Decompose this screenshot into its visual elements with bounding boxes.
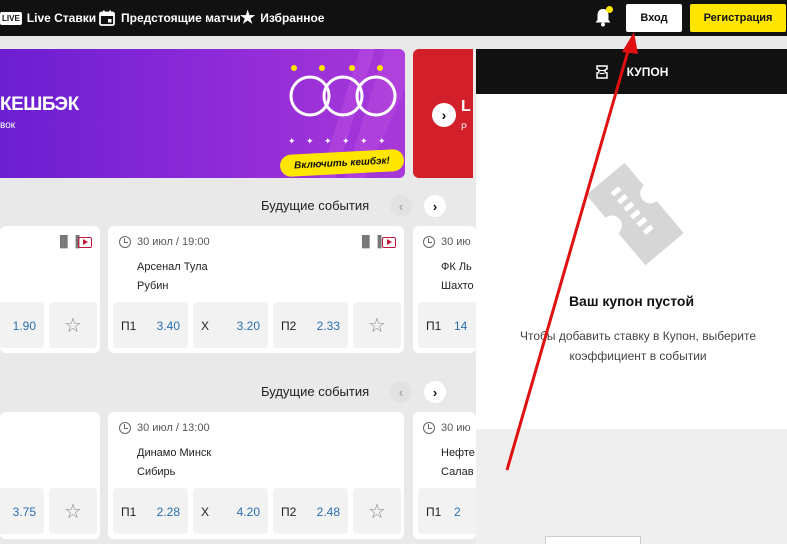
clock-icon (423, 422, 435, 434)
svg-text:✦: ✦ (378, 137, 386, 147)
star-icon: ★ (240, 8, 256, 27)
event-time: 30 июл / 13:00 (137, 422, 210, 434)
nav-live-bets[interactable]: LIVE Live Ставки (0, 0, 96, 36)
team-away: Рубин (137, 280, 169, 292)
clock-icon (423, 236, 435, 248)
coupon-ticket-icon (595, 64, 608, 79)
nav-favorites-label: Избранное (260, 11, 325, 25)
nav-live-label: Live Ставки (26, 11, 97, 25)
promo-subtitle: вок (0, 120, 16, 131)
svg-text:✦: ✦ (306, 137, 314, 147)
favorite-star-icon[interactable]: ☆ (353, 488, 401, 534)
event-card[interactable]: 30 июл / 13:00 Динамо Минск Сибирь П1 2.… (108, 412, 404, 539)
odd-button-x[interactable]: Х 3.20 (193, 302, 268, 348)
odd-button-x[interactable]: Х 4.20 (193, 488, 268, 534)
nav-upcoming-matches[interactable]: Предстоящие матчи (99, 0, 241, 36)
coupon-title: КУПОН (626, 64, 669, 79)
odd-label: Х (201, 319, 210, 333)
section-title: Будущие события (261, 198, 370, 213)
odd-value: 14 (454, 319, 468, 333)
odd-button-p1[interactable]: П1 3.40 (113, 302, 188, 348)
odd-label: П1 (426, 505, 442, 519)
secondary-promo-title: L (461, 98, 471, 115)
svg-text:✦: ✦ (342, 137, 350, 147)
svg-text:✦: ✦ (288, 137, 296, 147)
event-card[interactable]: ▐▌▐ 1.90 ☆ (0, 226, 100, 353)
empty-ticket-icon (586, 162, 684, 266)
odd-value: 2.48 (316, 505, 340, 519)
promo-next-icon[interactable]: › (432, 103, 456, 127)
nav-favorites[interactable]: ★ Избранное (240, 0, 324, 36)
odd-value: 3.20 (236, 319, 260, 333)
promo-title: КЕШБЭК (0, 94, 79, 115)
event-card[interactable]: 30 июл / 19:00 ▐▌▐ Арсенал Тула Рубин П1… (108, 226, 404, 353)
stats-icon[interactable]: ▐▌▐ (358, 236, 381, 248)
video-icon[interactable] (382, 237, 396, 248)
odd-value: 2 (454, 505, 461, 519)
coupon-header: КУПОН (476, 49, 787, 94)
next-arrow-icon[interactable]: › (424, 195, 446, 217)
team-home: Арсенал Тула (137, 261, 208, 273)
odd-button-p2[interactable]: П2 2.33 (273, 302, 348, 348)
svg-text:✦: ✦ (324, 137, 332, 147)
odd-label: Х (201, 505, 210, 519)
odd-value: 4.20 (236, 505, 260, 519)
odd-button[interactable]: 1.90 (0, 302, 44, 348)
odd-button-p1[interactable]: П1 14 (418, 302, 476, 348)
team-away: Сибирь (137, 466, 176, 478)
team-away: Салав (441, 466, 474, 478)
team-home: ФК Ль (441, 261, 472, 273)
section-title: Будущие события (261, 384, 370, 399)
favorite-star-icon[interactable]: ☆ (49, 302, 97, 348)
team-home: Нефте (441, 447, 475, 459)
odd-label: П1 (121, 319, 137, 333)
odd-label: П2 (281, 319, 297, 333)
odd-label: П1 (121, 505, 137, 519)
clock-icon (119, 236, 131, 248)
event-card[interactable]: 3.75 ☆ (0, 412, 100, 539)
odd-value: 1.90 (12, 319, 36, 333)
olympic-rings-icon: ✦ ✦ ✦ ✦ ✦ ✦ (288, 65, 397, 147)
event-time: 30 июл / 19:00 (137, 236, 210, 248)
bottom-tab[interactable] (545, 536, 641, 544)
login-button[interactable]: Вход (626, 4, 682, 32)
odd-button[interactable]: 3.75 (0, 488, 44, 534)
notification-dot (606, 6, 613, 13)
odd-label: П1 (426, 319, 442, 333)
odd-button-p1[interactable]: П1 2.28 (113, 488, 188, 534)
next-arrow-icon[interactable]: › (424, 381, 446, 403)
prev-arrow-icon[interactable]: ‹ (390, 381, 412, 403)
odd-value: 3.75 (12, 505, 36, 519)
prev-arrow-icon[interactable]: ‹ (390, 195, 412, 217)
stats-icon[interactable]: ▐▌▐ (56, 236, 79, 248)
svg-text:✦: ✦ (360, 137, 368, 147)
team-away: Шахто (441, 280, 474, 292)
clock-icon (119, 422, 131, 434)
odd-label: П2 (281, 505, 297, 519)
event-card[interactable]: 30 ию ФК Ль Шахто П1 14 (413, 226, 476, 353)
event-time: 30 ию (441, 422, 471, 434)
odd-value: 2.33 (316, 319, 340, 333)
favorite-star-icon[interactable]: ☆ (49, 488, 97, 534)
coupon-empty-title: Ваш купон пустой (568, 293, 695, 309)
coupon-empty-text: Чтобы добавить ставку в Купон, выберите … (519, 329, 757, 363)
event-card[interactable]: 30 ию Нефте Салав П1 2 (413, 412, 476, 539)
odd-button-p1[interactable]: П1 2 (418, 488, 476, 534)
nav-upcoming-label: Предстоящие матчи (121, 11, 241, 25)
team-home: Динамо Минск (137, 447, 212, 459)
calendar-icon (99, 10, 115, 26)
odd-button-p2[interactable]: П2 2.48 (273, 488, 348, 534)
favorite-star-icon[interactable]: ☆ (353, 302, 401, 348)
video-icon[interactable] (78, 237, 92, 248)
register-button[interactable]: Регистрация (690, 4, 786, 32)
event-time: 30 ию (441, 236, 471, 248)
live-icon: LIVE (0, 11, 22, 25)
odd-value: 3.40 (156, 319, 180, 333)
odd-value: 2.28 (156, 505, 180, 519)
secondary-promo-subtitle: P (461, 122, 468, 132)
